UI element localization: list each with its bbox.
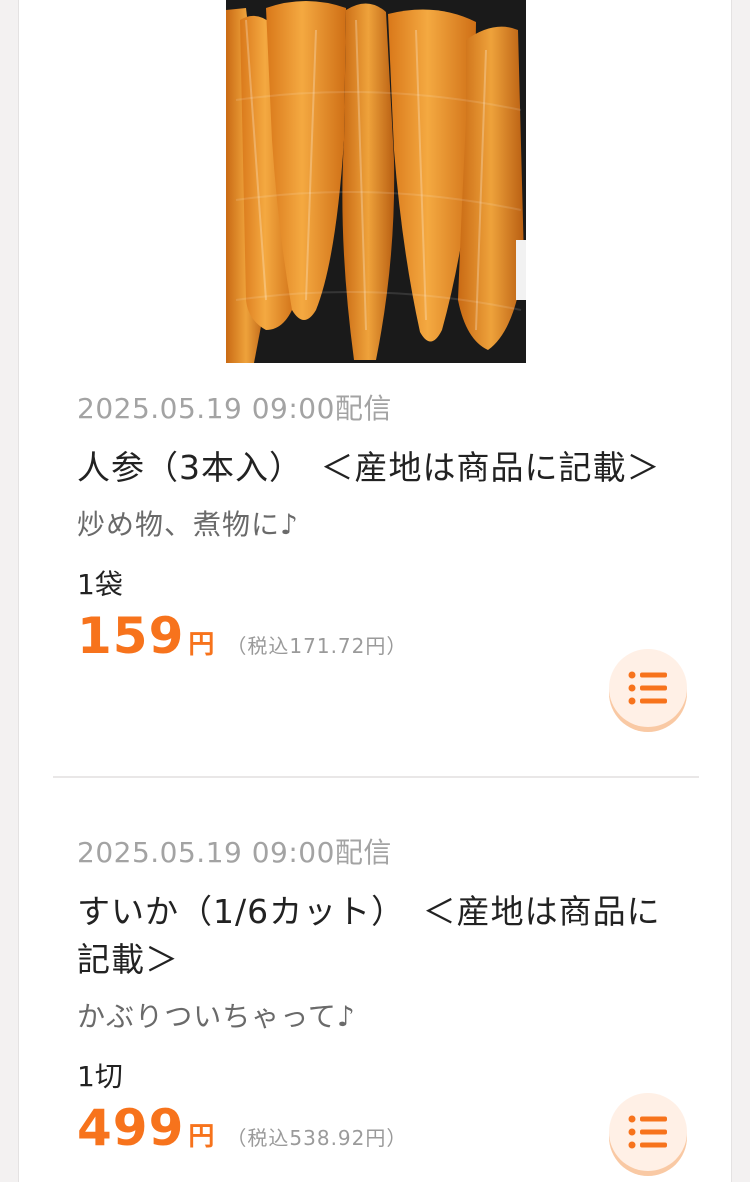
product-title: 人参（3本入） ＜産地は商品に記載＞ <box>77 448 661 487</box>
price-tax-included: （税込171.72円） <box>226 634 408 658</box>
price-row: 499 円 （税込538.92円） <box>77 1100 697 1162</box>
item-divider <box>53 776 699 778</box>
list-icon <box>628 671 667 705</box>
delivery-timestamp: 2025.05.19 09:00配信 <box>77 836 392 869</box>
product-card-list: 2025.05.19 09:00配信 人参（3本入） ＜産地は商品に記載＞ 炒め… <box>18 0 732 1182</box>
product-title: すいか（1/6カット） ＜産地は商品に記載＞ <box>77 892 661 979</box>
add-to-list-button[interactable] <box>609 1093 687 1171</box>
carrots-photo <box>226 0 526 363</box>
price-currency: 円 <box>188 1122 215 1152</box>
product-unit: 1袋 <box>77 568 123 601</box>
price-row: 159 円 （税込171.72円） <box>77 608 697 670</box>
product-item[interactable]: 2025.05.19 09:00配信 すいか（1/6カット） ＜産地は商品に記載… <box>77 836 697 1162</box>
product-description: かぶりついちゃって♪ <box>77 1000 356 1033</box>
price-value: 499 <box>77 1099 185 1157</box>
add-to-list-button[interactable] <box>609 649 687 727</box>
price-value: 159 <box>77 607 185 665</box>
price-tax-included: （税込538.92円） <box>226 1126 408 1150</box>
product-description: 炒め物、煮物に♪ <box>77 508 299 541</box>
list-icon <box>628 1115 667 1149</box>
delivery-timestamp: 2025.05.19 09:00配信 <box>77 392 392 425</box>
product-unit: 1切 <box>77 1060 123 1093</box>
product-item[interactable]: 2025.05.19 09:00配信 人参（3本入） ＜産地は商品に記載＞ 炒め… <box>77 392 697 670</box>
product-image-carrots[interactable] <box>226 0 526 363</box>
price-currency: 円 <box>188 630 215 660</box>
